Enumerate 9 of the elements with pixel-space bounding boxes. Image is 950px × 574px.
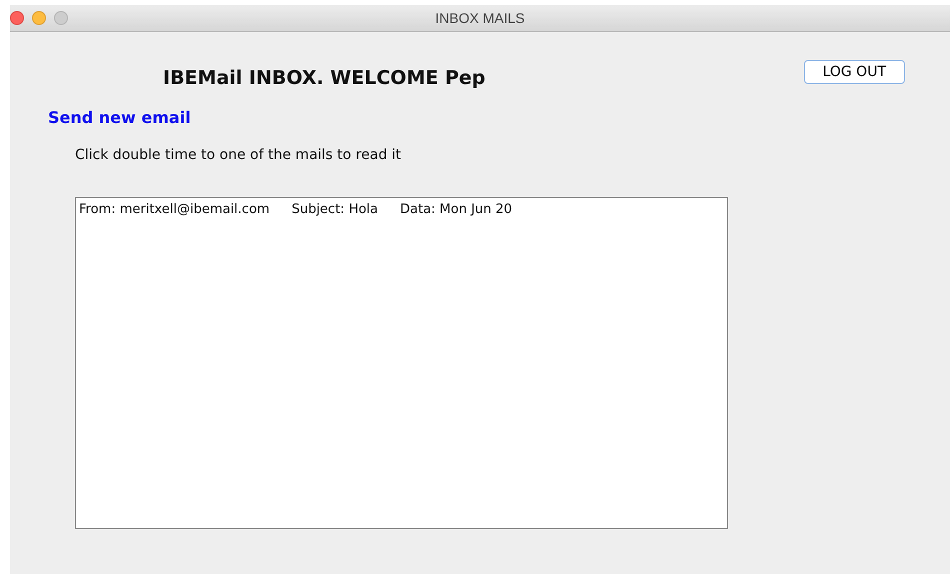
window-title: INBOX MAILS bbox=[435, 10, 525, 26]
minimize-button[interactable] bbox=[32, 11, 46, 25]
inbox-heading: IBEMail INBOX. WELCOME Pep bbox=[163, 67, 486, 89]
zoom-button[interactable] bbox=[54, 11, 68, 25]
logout-button[interactable]: LOG OUT bbox=[804, 60, 905, 84]
mail-item[interactable]: From: meritxell@ibemail.com Subject: Hola Data: Mon Jun 20 bbox=[76, 198, 516, 221]
instructions-text: Click double time to one of the mails to read it bbox=[75, 147, 402, 163]
send-email-link[interactable]: Send new email bbox=[48, 108, 191, 127]
close-button[interactable] bbox=[10, 11, 24, 25]
